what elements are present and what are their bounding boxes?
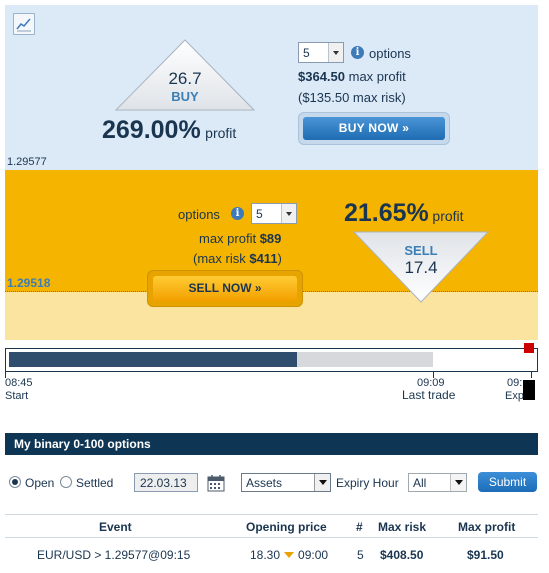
- sell-max-profit: max profit $89: [199, 231, 281, 246]
- sell-profit-word: profit: [432, 208, 464, 224]
- row-opening-time: 09:00: [298, 548, 329, 562]
- open-label: Open: [25, 476, 55, 490]
- assets-value: Assets: [246, 476, 283, 490]
- chevron-down-icon[interactable]: [281, 204, 296, 223]
- sell-level: 1.29518: [7, 276, 51, 290]
- timeline-last-trade-label: Last trade: [402, 388, 456, 402]
- buy-profit-pct: 269.00%: [102, 116, 201, 144]
- info-icon[interactable]: i: [351, 46, 364, 59]
- expiry-timeline: [5, 343, 538, 372]
- timeline-start-label: Start: [5, 390, 29, 402]
- row-count: 5: [357, 548, 364, 562]
- open-radio[interactable]: [9, 476, 21, 488]
- sell-max-risk-close: ): [277, 251, 282, 266]
- submit-button[interactable]: Submit: [478, 472, 537, 492]
- chevron-down-icon[interactable]: [450, 474, 466, 491]
- expiry-hour-label: Expiry Hour: [336, 476, 399, 490]
- col-opening-price[interactable]: Opening price: [246, 520, 327, 534]
- buy-now-label: BUY NOW »: [303, 117, 445, 140]
- row-event: EUR/USD > 1.29577@09:15: [37, 548, 191, 562]
- row-max-risk: $408.50: [380, 548, 424, 562]
- assets-select[interactable]: Assets: [241, 473, 331, 492]
- options-filters: Open Settled 22.03.13 Assets Expiry Hour…: [5, 470, 538, 496]
- sell-max-risk-open: (max risk: [193, 251, 250, 266]
- date-field[interactable]: 22.03.13: [134, 473, 198, 492]
- settled-radio[interactable]: [60, 476, 72, 488]
- buy-zone: 26.7 BUY 269.00% profit 5 i options $364…: [5, 5, 538, 170]
- sell-max-risk-value: $411: [249, 251, 278, 266]
- buy-triangle[interactable]: 26.7 BUY: [115, 39, 255, 111]
- buy-max-profit-label: max profit: [348, 69, 406, 84]
- row-opening: 18.30 09:00: [250, 548, 328, 562]
- buy-max-risk: ($135.50 max risk): [298, 90, 406, 105]
- buy-max-profit: $364.50 max profit: [298, 69, 406, 84]
- chevron-down-icon[interactable]: [314, 474, 330, 491]
- col-count[interactable]: #: [356, 520, 363, 534]
- chevron-down-icon[interactable]: [328, 43, 343, 62]
- redacted-block: [523, 380, 535, 400]
- price-down-icon: [284, 552, 295, 559]
- timeline-progress: [9, 352, 297, 367]
- table-row[interactable]: EUR/USD > 1.29577@09:15 18.30 09:00 5 $40…: [5, 540, 538, 566]
- timeline-start-time: 08:45: [5, 377, 33, 389]
- buy-options-label: options: [369, 46, 411, 61]
- options-table-header: Event Opening price # Max risk Max profi…: [5, 514, 538, 538]
- info-icon[interactable]: i: [231, 207, 244, 220]
- buy-max-profit-value: $364.50: [298, 69, 345, 84]
- buy-quantity-select[interactable]: 5: [298, 42, 344, 63]
- buy-level: 1.29577: [7, 156, 47, 168]
- timeline-ticks: [5, 372, 538, 378]
- row-opening-price: 18.30: [250, 548, 281, 562]
- col-max-profit[interactable]: Max profit: [458, 520, 515, 534]
- sell-label: SELL: [404, 243, 438, 258]
- sell-max-profit-value: $89: [259, 231, 282, 246]
- buy-price: 26.7: [168, 69, 202, 88]
- sell-max-profit-label: max profit: [199, 231, 257, 246]
- sell-triangle[interactable]: SELL 17.4: [353, 231, 489, 303]
- sell-price: 17.4: [404, 258, 438, 277]
- chart-icon[interactable]: [13, 13, 35, 35]
- sell-quantity-value: 5: [256, 207, 263, 221]
- sell-quantity-select[interactable]: 5: [251, 203, 297, 224]
- buy-now-button[interactable]: BUY NOW »: [298, 112, 450, 145]
- calendar-icon[interactable]: [207, 474, 225, 492]
- buy-profit-word: profit: [205, 125, 237, 141]
- my-options-header: My binary 0-100 options: [5, 433, 538, 455]
- timeline-expiry-label: Exp: [505, 390, 524, 402]
- sell-profit-pct: 21.65%: [344, 199, 429, 227]
- sell-profit-percentage: 21.65% profit: [344, 199, 464, 228]
- settled-label: Settled: [76, 476, 114, 490]
- expiry-marker: [524, 343, 534, 353]
- sell-zone: options i 5 max profit $89 (max risk $41…: [5, 170, 538, 340]
- timeline-expiry-time: 09:: [507, 377, 523, 389]
- col-max-risk[interactable]: Max risk: [378, 520, 426, 534]
- sell-max-risk: (max risk $411): [193, 251, 282, 266]
- buy-label: BUY: [171, 89, 199, 104]
- expiry-hour-select[interactable]: All: [408, 473, 467, 492]
- buy-profit-percentage: 269.00% profit: [102, 116, 236, 145]
- expiry-hour-value: All: [413, 476, 427, 490]
- sell-options-label: options: [178, 207, 220, 222]
- row-max-profit: $91.50: [467, 548, 504, 562]
- sell-now-button[interactable]: SELL NOW »: [147, 270, 303, 307]
- buy-quantity-value: 5: [303, 46, 310, 60]
- sell-now-label: SELL NOW »: [153, 276, 297, 301]
- col-event[interactable]: Event: [99, 520, 132, 534]
- tick-expiry: [531, 372, 532, 378]
